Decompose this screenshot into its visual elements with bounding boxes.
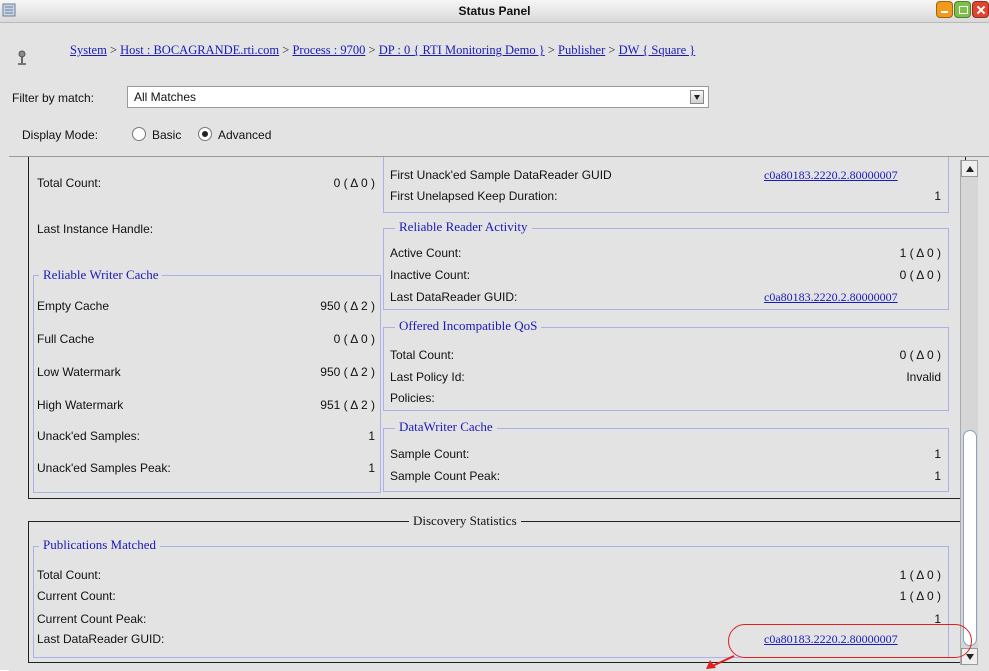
publications-matched-title: Publications Matched (39, 537, 161, 553)
dropdown-arrow-icon[interactable] (690, 90, 704, 104)
filter-select-value: All Matches (134, 90, 197, 104)
pin-icon[interactable] (16, 50, 28, 68)
minimize-icon[interactable] (936, 1, 953, 18)
sample-count-value: 1 (934, 447, 941, 461)
pub-total-count-value: 1 ( Δ 0 ) (899, 568, 941, 582)
first-unacked-group (383, 157, 949, 213)
first-unacked-label: First Unack'ed Sample DataReader GUID (390, 168, 612, 182)
radio-advanced-label: Advanced (218, 128, 272, 142)
full-cache-label: Full Cache (37, 332, 95, 346)
breadcrumb-link[interactable]: DW { Square } (619, 43, 696, 57)
pub-total-count-label: Total Count: (37, 568, 102, 582)
total-count-label: Total Count: (37, 176, 102, 190)
first-unacked-guid-link[interactable]: c0a80183.2220.2.80000007 (764, 168, 898, 183)
pub-current-count-value: 1 ( Δ 0 ) (899, 589, 941, 603)
close-icon[interactable] (972, 1, 989, 18)
last-datareader-guid-label: Last DataReader GUID: (390, 290, 518, 304)
filter-label: Filter by match: (12, 91, 95, 105)
sample-count-peak-label: Sample Count Peak: (390, 469, 501, 483)
last-policy-id-label: Last Policy Id: (390, 370, 465, 384)
sample-count-label: Sample Count: (390, 447, 470, 461)
high-watermark-value: 951 ( Δ 2 ) (320, 398, 375, 412)
window-title: Status Panel (458, 4, 531, 18)
pub-last-datareader-guid-label: Last DataReader GUID: (37, 632, 165, 646)
unacked-samples-peak-value: 1 (368, 461, 375, 475)
reliable-reader-activity-title: Reliable Reader Activity (395, 219, 532, 235)
breadcrumb-separator: > (605, 43, 619, 57)
full-cache-value: 0 ( Δ 0 ) (333, 332, 375, 346)
offered-incompatible-qos-title: Offered Incompatible QoS (395, 318, 542, 334)
offered-incompatible-qos-group (383, 327, 949, 411)
scrollbar-thumb[interactable] (963, 430, 977, 646)
low-watermark-label: Low Watermark (37, 365, 121, 379)
breadcrumb-separator: > (365, 43, 379, 57)
last-policy-id-value: Invalid (906, 370, 941, 384)
inactive-count-label: Inactive Count: (390, 268, 471, 282)
first-unelapsed-label: First Unelapsed Keep Duration: (390, 189, 558, 203)
active-count-label: Active Count: (390, 246, 462, 260)
maximize-icon[interactable] (954, 1, 971, 18)
first-unelapsed-value: 1 (934, 189, 941, 203)
display-mode-label: Display Mode: (22, 128, 99, 142)
annotation-arrow-icon (706, 655, 735, 669)
unacked-samples-value: 1 (368, 429, 375, 443)
breadcrumb-link[interactable]: Process : 9700 (292, 43, 365, 57)
breadcrumb-link[interactable]: System (70, 43, 107, 57)
datawriter-cache-title: DataWriter Cache (395, 419, 497, 435)
breadcrumb: System > Host : BOCAGRANDE.rti.com > Pro… (70, 43, 695, 58)
breadcrumb-link[interactable]: DP : 0 { RTI Monitoring Demo } (379, 43, 545, 57)
pub-current-count-label: Current Count: (37, 589, 116, 603)
breadcrumb-separator: > (544, 43, 559, 57)
empty-cache-value: 950 ( Δ 2 ) (320, 299, 375, 313)
scroll-up-icon[interactable] (961, 160, 978, 177)
annotation-highlight-oval (728, 624, 972, 658)
last-datareader-guid-link[interactable]: c0a80183.2220.2.80000007 (764, 290, 898, 305)
pub-current-count-peak-label: Current Count Peak: (37, 612, 147, 626)
status-panel-window: Status Panel System > Host : BOCAGRANDE.… (0, 0, 989, 671)
unacked-samples-label: Unack'ed Samples: (37, 429, 141, 443)
filter-select[interactable]: All Matches (127, 86, 709, 108)
radio-basic-label: Basic (152, 128, 182, 142)
unacked-samples-peak-label: Unack'ed Samples Peak: (37, 461, 171, 475)
total-count-value: 0 ( Δ 0 ) (333, 176, 375, 190)
radio-advanced[interactable] (198, 127, 212, 141)
vertical-scrollbar[interactable] (960, 160, 978, 665)
title-bar[interactable]: Status Panel (0, 0, 989, 23)
empty-cache-label: Empty Cache (37, 299, 110, 313)
reliable-writer-cache-title: Reliable Writer Cache (39, 267, 163, 283)
breadcrumb-separator: > (279, 43, 293, 57)
breadcrumb-separator: > (106, 43, 121, 57)
sample-count-peak-value: 1 (934, 469, 941, 483)
radio-basic[interactable] (132, 127, 146, 141)
discovery-statistics-title: Discovery Statistics (409, 513, 521, 529)
low-watermark-value: 950 ( Δ 2 ) (320, 365, 375, 379)
qos-total-count-value: 0 ( Δ 0 ) (899, 348, 941, 362)
high-watermark-label: High Watermark (37, 398, 124, 412)
last-instance-handle-label: Last Instance Handle: (37, 222, 154, 236)
qos-total-count-label: Total Count: (390, 348, 455, 362)
inactive-count-value: 0 ( Δ 0 ) (899, 268, 941, 282)
breadcrumb-link[interactable]: Host : BOCAGRANDE.rti.com (120, 43, 279, 57)
active-count-value: 1 ( Δ 0 ) (899, 246, 941, 260)
policies-label: Policies: (390, 391, 435, 405)
status-content-area: Total Count: 0 ( Δ 0 ) Last Instance Han… (9, 156, 989, 671)
breadcrumb-link[interactable]: Publisher (558, 43, 605, 57)
